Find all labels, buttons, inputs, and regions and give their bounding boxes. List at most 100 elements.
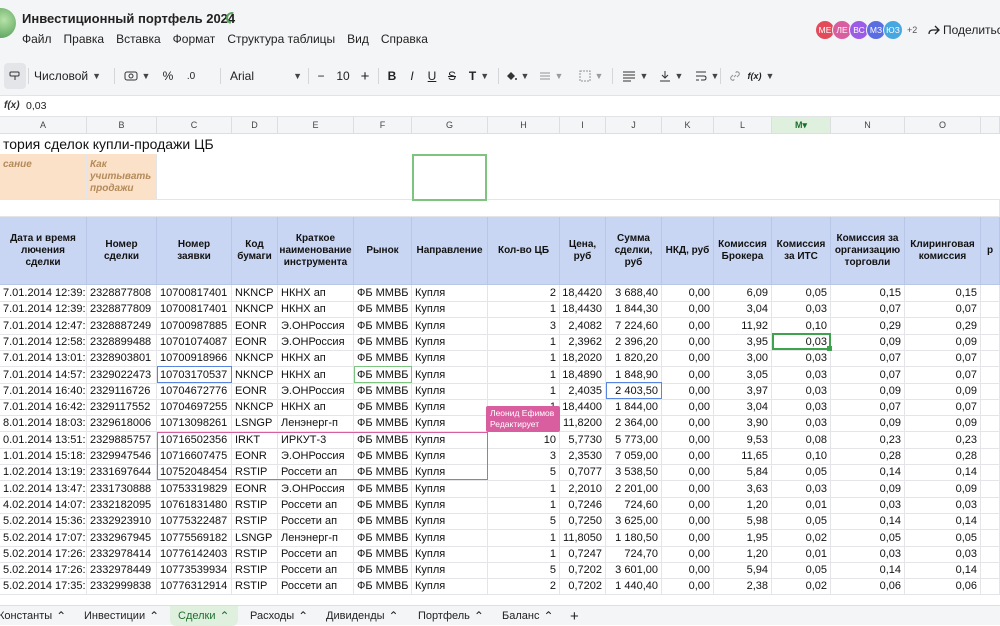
table-cell[interactable]: 0,7250	[560, 513, 606, 530]
table-cell[interactable]: 9,53	[714, 432, 772, 449]
column-title[interactable]: Комиссия Брокера	[714, 217, 772, 285]
table-cell[interactable]: 2,3530	[560, 448, 606, 465]
table-cell[interactable]: 11,8050	[560, 530, 606, 547]
menu-edit[interactable]: Правка	[64, 32, 105, 46]
menu-insert[interactable]: Вставка	[116, 32, 161, 46]
table-cell[interactable]: 10776312914	[157, 578, 232, 595]
table-cell[interactable]: Россети ап	[278, 546, 354, 563]
table-cell[interactable]: 6,09	[714, 285, 772, 302]
chevron-up-icon[interactable]: ⌃	[543, 609, 553, 623]
table-cell[interactable]: Купля	[412, 497, 488, 514]
table-cell[interactable]: 0,00	[662, 432, 714, 449]
table-cell[interactable]: ФБ ММВБ	[354, 481, 412, 498]
table-cell[interactable]	[981, 350, 1000, 367]
table-cell[interactable]: Купля	[412, 301, 488, 318]
table-cell[interactable]: 2,4035	[560, 383, 606, 400]
tab-2[interactable]: Сделки ⌃	[170, 606, 238, 626]
table-cell[interactable]: 1,20	[714, 546, 772, 563]
table-cell[interactable]: 5,98	[714, 513, 772, 530]
column-header-k[interactable]: K	[662, 117, 714, 134]
table-cell[interactable]: 0,01	[772, 546, 831, 563]
table-cell[interactable]: 10700987885	[157, 318, 232, 335]
table-cell[interactable]	[981, 497, 1000, 514]
table-cell[interactable]: Купля	[412, 546, 488, 563]
table-cell[interactable]	[981, 464, 1000, 481]
menu-table-structure[interactable]: Структура таблицы	[227, 32, 335, 46]
table-cell[interactable]: 0,03	[772, 415, 831, 432]
table-cell[interactable]: 7.01.2014 12:47:32	[0, 318, 87, 335]
table-cell[interactable]: 2,2010	[560, 481, 606, 498]
table-cell[interactable]: 1 848,90	[606, 367, 662, 384]
table-cell[interactable]: Купля	[412, 530, 488, 547]
text-color-button[interactable]: T ▼	[464, 63, 494, 89]
table-cell[interactable]: Россети ап	[278, 562, 354, 579]
table-cell[interactable]	[981, 562, 1000, 579]
column-header-m[interactable]: M ▾	[772, 117, 831, 134]
table-cell[interactable]: 18,4400	[560, 399, 606, 416]
table-cell[interactable]: 1 820,20	[606, 350, 662, 367]
table-cell[interactable]: 0,01	[772, 497, 831, 514]
table-cell[interactable]: 2 201,00	[606, 481, 662, 498]
percent-format-button[interactable]: %	[158, 63, 178, 89]
table-cell[interactable]: 10700817401	[157, 285, 232, 302]
table-cell[interactable]: 10701074087	[157, 334, 232, 351]
table-cell[interactable]: 0,07	[905, 301, 981, 318]
table-cell[interactable]: 5	[488, 562, 560, 579]
table-cell[interactable]: НКНХ ап	[278, 367, 354, 384]
menu-format[interactable]: Формат	[173, 32, 216, 46]
table-cell[interactable]: EONR	[232, 481, 278, 498]
table-cell[interactable]: 0,03	[772, 301, 831, 318]
table-cell[interactable]: EONR	[232, 383, 278, 400]
table-cell[interactable]: Купля	[412, 383, 488, 400]
table-cell[interactable]	[981, 399, 1000, 416]
table-cell[interactable]: 0,14	[905, 562, 981, 579]
table-cell[interactable]: NKNCP	[232, 285, 278, 302]
column-header-l[interactable]: L	[714, 117, 772, 134]
description-cell[interactable]: сание	[0, 154, 87, 200]
column-title[interactable]: р	[981, 217, 1000, 285]
table-cell[interactable]: 1	[488, 301, 560, 318]
table-cell[interactable]	[981, 415, 1000, 432]
table-cell[interactable]: Россети ап	[278, 578, 354, 595]
table-cell[interactable]: Россети ап	[278, 464, 354, 481]
italic-button[interactable]: I	[404, 63, 420, 89]
column-title[interactable]: Цена, руб	[560, 217, 606, 285]
table-cell[interactable]: 7.01.2014 14:57:50	[0, 367, 87, 384]
table-cell[interactable]: 1	[488, 530, 560, 547]
column-header-f[interactable]: F	[354, 117, 412, 134]
tab-5[interactable]: Портфель ⌃	[418, 606, 484, 626]
table-cell[interactable]: Э.ОНРоссия	[278, 448, 354, 465]
table-cell[interactable]: НКНХ ап	[278, 285, 354, 302]
tab-6[interactable]: Баланс ⌃	[502, 606, 554, 626]
font-size-decrease-button[interactable]: −	[312, 63, 330, 89]
table-cell[interactable]: 0,07	[905, 399, 981, 416]
table-cell[interactable]: 2332978414	[87, 546, 157, 563]
tab-4[interactable]: Дивиденды ⌃	[326, 606, 399, 626]
table-cell[interactable]: 10	[488, 432, 560, 449]
table-cell[interactable]: 5,94	[714, 562, 772, 579]
table-cell[interactable]: NKNCP	[232, 301, 278, 318]
table-cell[interactable]	[981, 578, 1000, 595]
table-cell[interactable]: RSTIP	[232, 546, 278, 563]
table-cell[interactable]: 2328877809	[87, 301, 157, 318]
table-cell[interactable]: 10713098261	[157, 415, 232, 432]
table-cell[interactable]: 10752048454	[157, 464, 232, 481]
table-cell[interactable]: 0,05	[831, 530, 905, 547]
table-cell[interactable]: 0,00	[662, 350, 714, 367]
table-cell[interactable]: 1 844,00	[606, 399, 662, 416]
table-cell[interactable]: 0,03	[772, 399, 831, 416]
table-cell[interactable]: 7.01.2014 12:58:02	[0, 334, 87, 351]
table-cell[interactable]: 0,03	[772, 334, 831, 351]
table-cell[interactable]: Э.ОНРоссия	[278, 481, 354, 498]
table-cell[interactable]: 3,04	[714, 399, 772, 416]
table-cell[interactable]: 10753319829	[157, 481, 232, 498]
table-cell[interactable]: 0,03	[772, 383, 831, 400]
table-cell[interactable]: LSNGP	[232, 530, 278, 547]
table-cell[interactable]: 2329117552	[87, 399, 157, 416]
table-cell[interactable]: LSNGP	[232, 415, 278, 432]
table-cell[interactable]: 10775322487	[157, 513, 232, 530]
table-cell[interactable]: 0,00	[662, 285, 714, 302]
text-wrap-button[interactable]: ▼	[690, 63, 724, 89]
table-cell[interactable]	[981, 530, 1000, 547]
vertical-align-button[interactable]: ▼	[654, 63, 688, 89]
